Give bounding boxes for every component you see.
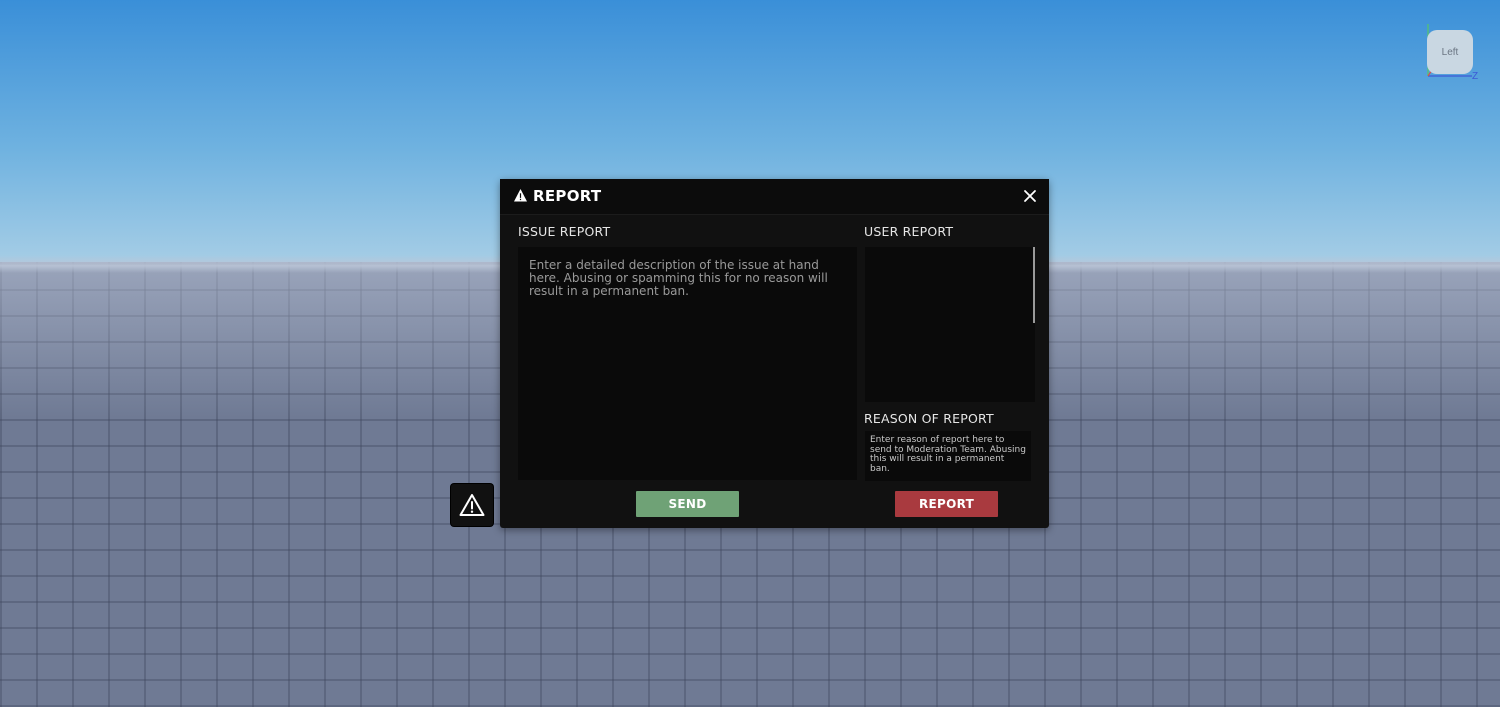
issue-report-input[interactable]: [518, 247, 857, 480]
issue-report-label: ISSUE REPORT: [518, 224, 611, 239]
warning-triangle-icon: [514, 189, 527, 202]
user-report-label: USER REPORT: [864, 224, 954, 239]
view-cube[interactable]: Left Z: [1420, 20, 1484, 84]
user-report-list[interactable]: [865, 247, 1035, 402]
report-button[interactable]: REPORT: [895, 491, 998, 517]
warning-triangle-icon: [459, 494, 485, 516]
reason-of-report-label: REASON OF REPORT: [864, 411, 994, 426]
reason-of-report-input[interactable]: [865, 431, 1031, 481]
user-list-scrollbar[interactable]: [1033, 247, 1035, 323]
close-icon[interactable]: [1020, 186, 1040, 206]
send-button[interactable]: SEND: [636, 491, 739, 517]
dialog-header: REPORT: [500, 179, 1049, 215]
axis-z-label: Z: [1472, 71, 1479, 82]
report-dialog: REPORT ISSUE REPORT USER REPORT REASON O…: [500, 179, 1049, 528]
dialog-title: REPORT: [533, 187, 602, 205]
report-launcher-button[interactable]: [451, 484, 493, 526]
view-cube-face[interactable]: Left: [1427, 30, 1473, 74]
